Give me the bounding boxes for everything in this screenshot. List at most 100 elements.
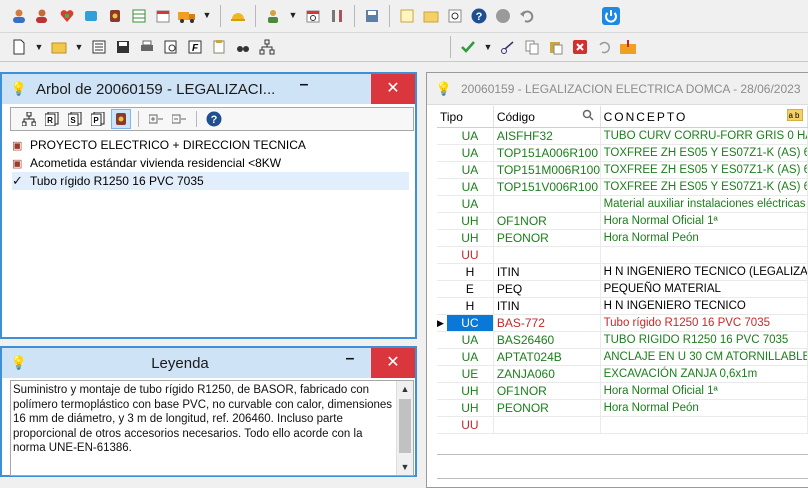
cell-codigo[interactable]: OF1NOR bbox=[494, 213, 601, 229]
list-icon[interactable] bbox=[88, 36, 110, 58]
cell-tipo[interactable]: UH bbox=[447, 230, 494, 246]
cell-tipo[interactable]: UA bbox=[447, 196, 494, 212]
cell-tipo[interactable]: UU bbox=[447, 247, 494, 263]
cell-tipo[interactable]: UA bbox=[447, 349, 494, 365]
chevron-down-icon[interactable]: ▼ bbox=[200, 5, 214, 27]
cell-concepto[interactable]: TOXFREE ZH ES05 Y ES07Z1-K (AS) 6 M bbox=[601, 162, 808, 178]
cell-tipo[interactable]: UH bbox=[447, 213, 494, 229]
cell-concepto[interactable]: PEQUEÑO MATERIAL bbox=[601, 281, 808, 297]
table-row[interactable]: H ITIN H N INGENIERO TECNICO bbox=[437, 298, 808, 315]
cell-codigo[interactable]: ITIN bbox=[494, 298, 601, 314]
cell-tipo[interactable]: UH bbox=[447, 400, 494, 416]
chevron-down-icon[interactable]: ▼ bbox=[32, 36, 46, 58]
help-icon[interactable]: ? bbox=[204, 109, 224, 129]
cell-concepto[interactable] bbox=[601, 247, 808, 263]
copy-icon[interactable] bbox=[521, 36, 543, 58]
tree-item[interactable]: ▣ Acometida estándar vivienda residencia… bbox=[12, 154, 409, 172]
table-row[interactable]: UA TOP151A006R100 TOXFREE ZH ES05 Y ES07Z1… bbox=[437, 145, 808, 162]
save-icon[interactable] bbox=[112, 36, 134, 58]
cell-codigo[interactable]: BAS26460 bbox=[494, 332, 601, 348]
cell-codigo[interactable]: AISFHF32 bbox=[494, 128, 601, 144]
table-row[interactable]: UA TOP151V006R100 TOXFREE ZH ES05 Y ES07Z1… bbox=[437, 179, 808, 196]
header-tipo[interactable]: Tipo bbox=[437, 106, 494, 127]
cell-codigo[interactable] bbox=[494, 247, 601, 263]
scroll-thumb[interactable] bbox=[399, 399, 411, 453]
print-icon[interactable] bbox=[136, 36, 158, 58]
s-pages-icon[interactable]: S bbox=[65, 109, 85, 129]
p-pages-icon[interactable]: P bbox=[88, 109, 108, 129]
cell-concepto[interactable]: TUBO RIGIDO R1250 16 PVC 7035 bbox=[601, 332, 808, 348]
cell-concepto[interactable]: Hora Normal Peón bbox=[601, 230, 808, 246]
table-row[interactable]: UH PEONOR Hora Normal Peón bbox=[437, 400, 808, 417]
heart-icon[interactable] bbox=[56, 5, 78, 27]
print-preview-icon[interactable] bbox=[160, 36, 182, 58]
cell-codigo[interactable]: PEQ bbox=[494, 281, 601, 297]
scroll-down-icon[interactable]: ▼ bbox=[397, 459, 413, 475]
table-row[interactable]: UA AISFHF32 TUBO CURV CORRU-FORR GRIS 0 HA… bbox=[437, 128, 808, 145]
cell-concepto[interactable]: H N INGENIERO TECNICO bbox=[601, 298, 808, 314]
open-folder-icon[interactable] bbox=[48, 36, 70, 58]
cell-concepto[interactable]: H N INGENIERO TECNICO (LEGALIZACI bbox=[601, 264, 808, 280]
table-row[interactable]: UU bbox=[437, 417, 808, 434]
cell-concepto[interactable]: TUBO CURV CORRU-FORR GRIS 0 HAL bbox=[601, 128, 808, 144]
table-row[interactable]: UE ZANJA060 EXCAVACIÓN ZANJA 0,6x1m bbox=[437, 366, 808, 383]
delete-icon[interactable] bbox=[569, 36, 591, 58]
table-row[interactable]: UA BAS26460 TUBO RIGIDO R1250 16 PVC 7035 bbox=[437, 332, 808, 349]
tree-item[interactable]: ▣ PROYECTO ELECTRICO + DIRECCION TECNICA bbox=[12, 136, 409, 154]
redo-icon[interactable] bbox=[593, 36, 615, 58]
cell-tipo[interactable]: H bbox=[447, 264, 494, 280]
binoculars-icon[interactable] bbox=[232, 36, 254, 58]
cell-concepto[interactable] bbox=[601, 417, 808, 433]
cell-codigo[interactable]: TOP151A006R100 bbox=[494, 145, 601, 161]
cell-tipo[interactable]: UU bbox=[447, 417, 494, 433]
table-icon[interactable] bbox=[128, 5, 150, 27]
note-icon[interactable] bbox=[396, 5, 418, 27]
r-pages-icon[interactable]: R bbox=[42, 109, 62, 129]
cell-codigo[interactable]: TOP151V006R100 bbox=[494, 179, 601, 195]
header-codigo[interactable]: Código bbox=[494, 106, 601, 127]
cell-concepto[interactable]: Hora Normal Peón bbox=[601, 400, 808, 416]
tree-item-selected[interactable]: ✓ Tubo rígido R1250 16 PVC 7035 bbox=[12, 172, 409, 190]
cell-tipo[interactable]: H bbox=[447, 298, 494, 314]
clock-refresh-icon[interactable] bbox=[444, 5, 466, 27]
cell-tipo[interactable]: UE bbox=[447, 366, 494, 382]
chevron-down-icon[interactable]: ▼ bbox=[481, 36, 495, 58]
shield-icon[interactable] bbox=[104, 5, 126, 27]
close-button[interactable]: ✕ bbox=[371, 348, 415, 378]
minimize-button[interactable]: – bbox=[294, 77, 314, 98]
export-icon[interactable] bbox=[617, 36, 639, 58]
f-icon[interactable]: F bbox=[184, 36, 206, 58]
cell-tipo[interactable]: UA bbox=[447, 162, 494, 178]
cell-concepto[interactable]: TOXFREE ZH ES05 Y ES07Z1-K (AS) 6 A bbox=[601, 179, 808, 195]
cell-concepto[interactable]: Hora Normal Oficial 1ª bbox=[601, 383, 808, 399]
folder-open-icon[interactable] bbox=[420, 5, 442, 27]
undo-icon[interactable] bbox=[516, 5, 538, 27]
cell-tipo[interactable]: E bbox=[447, 281, 494, 297]
cell-tipo[interactable]: UA bbox=[447, 179, 494, 195]
user-icon[interactable] bbox=[8, 5, 30, 27]
user-edit-icon[interactable] bbox=[32, 5, 54, 27]
cell-codigo[interactable]: ITIN bbox=[494, 264, 601, 280]
cell-concepto[interactable]: Material auxiliar instalaciones eléctric… bbox=[601, 196, 808, 212]
cell-concepto[interactable]: TOXFREE ZH ES05 Y ES07Z1-K (AS) 6 A bbox=[601, 145, 808, 161]
expand-icon[interactable] bbox=[146, 109, 166, 129]
search-icon[interactable] bbox=[582, 109, 594, 124]
cell-concepto[interactable]: Tubo rígido R1250 16 PVC 7035 bbox=[601, 315, 808, 331]
close-button[interactable]: ✕ bbox=[371, 74, 415, 104]
hierarchy-icon[interactable] bbox=[256, 36, 278, 58]
calendar-icon[interactable] bbox=[152, 5, 174, 27]
paste-icon[interactable] bbox=[545, 36, 567, 58]
table-row[interactable]: UA APTAT024B ANCLAJE EN U 30 CM ATORNILLAB… bbox=[437, 349, 808, 366]
cell-tipo[interactable]: UA bbox=[447, 145, 494, 161]
cell-codigo[interactable]: PEONOR bbox=[494, 230, 601, 246]
header-concepto[interactable]: CONCEPTO ab bbox=[601, 106, 808, 127]
truck-icon[interactable] bbox=[176, 5, 198, 27]
tools-icon[interactable] bbox=[326, 5, 348, 27]
save-disk-icon[interactable] bbox=[361, 5, 383, 27]
table-row[interactable]: UA TOP151M006R100 TOXFREE ZH ES05 Y ES07Z1… bbox=[437, 162, 808, 179]
cell-codigo[interactable]: OF1NOR bbox=[494, 383, 601, 399]
puzzle-icon[interactable] bbox=[80, 5, 102, 27]
table-row[interactable]: UH PEONOR Hora Normal Peón bbox=[437, 230, 808, 247]
cell-codigo[interactable]: PEONOR bbox=[494, 400, 601, 416]
cell-codigo[interactable]: TOP151M006R100 bbox=[494, 162, 601, 178]
